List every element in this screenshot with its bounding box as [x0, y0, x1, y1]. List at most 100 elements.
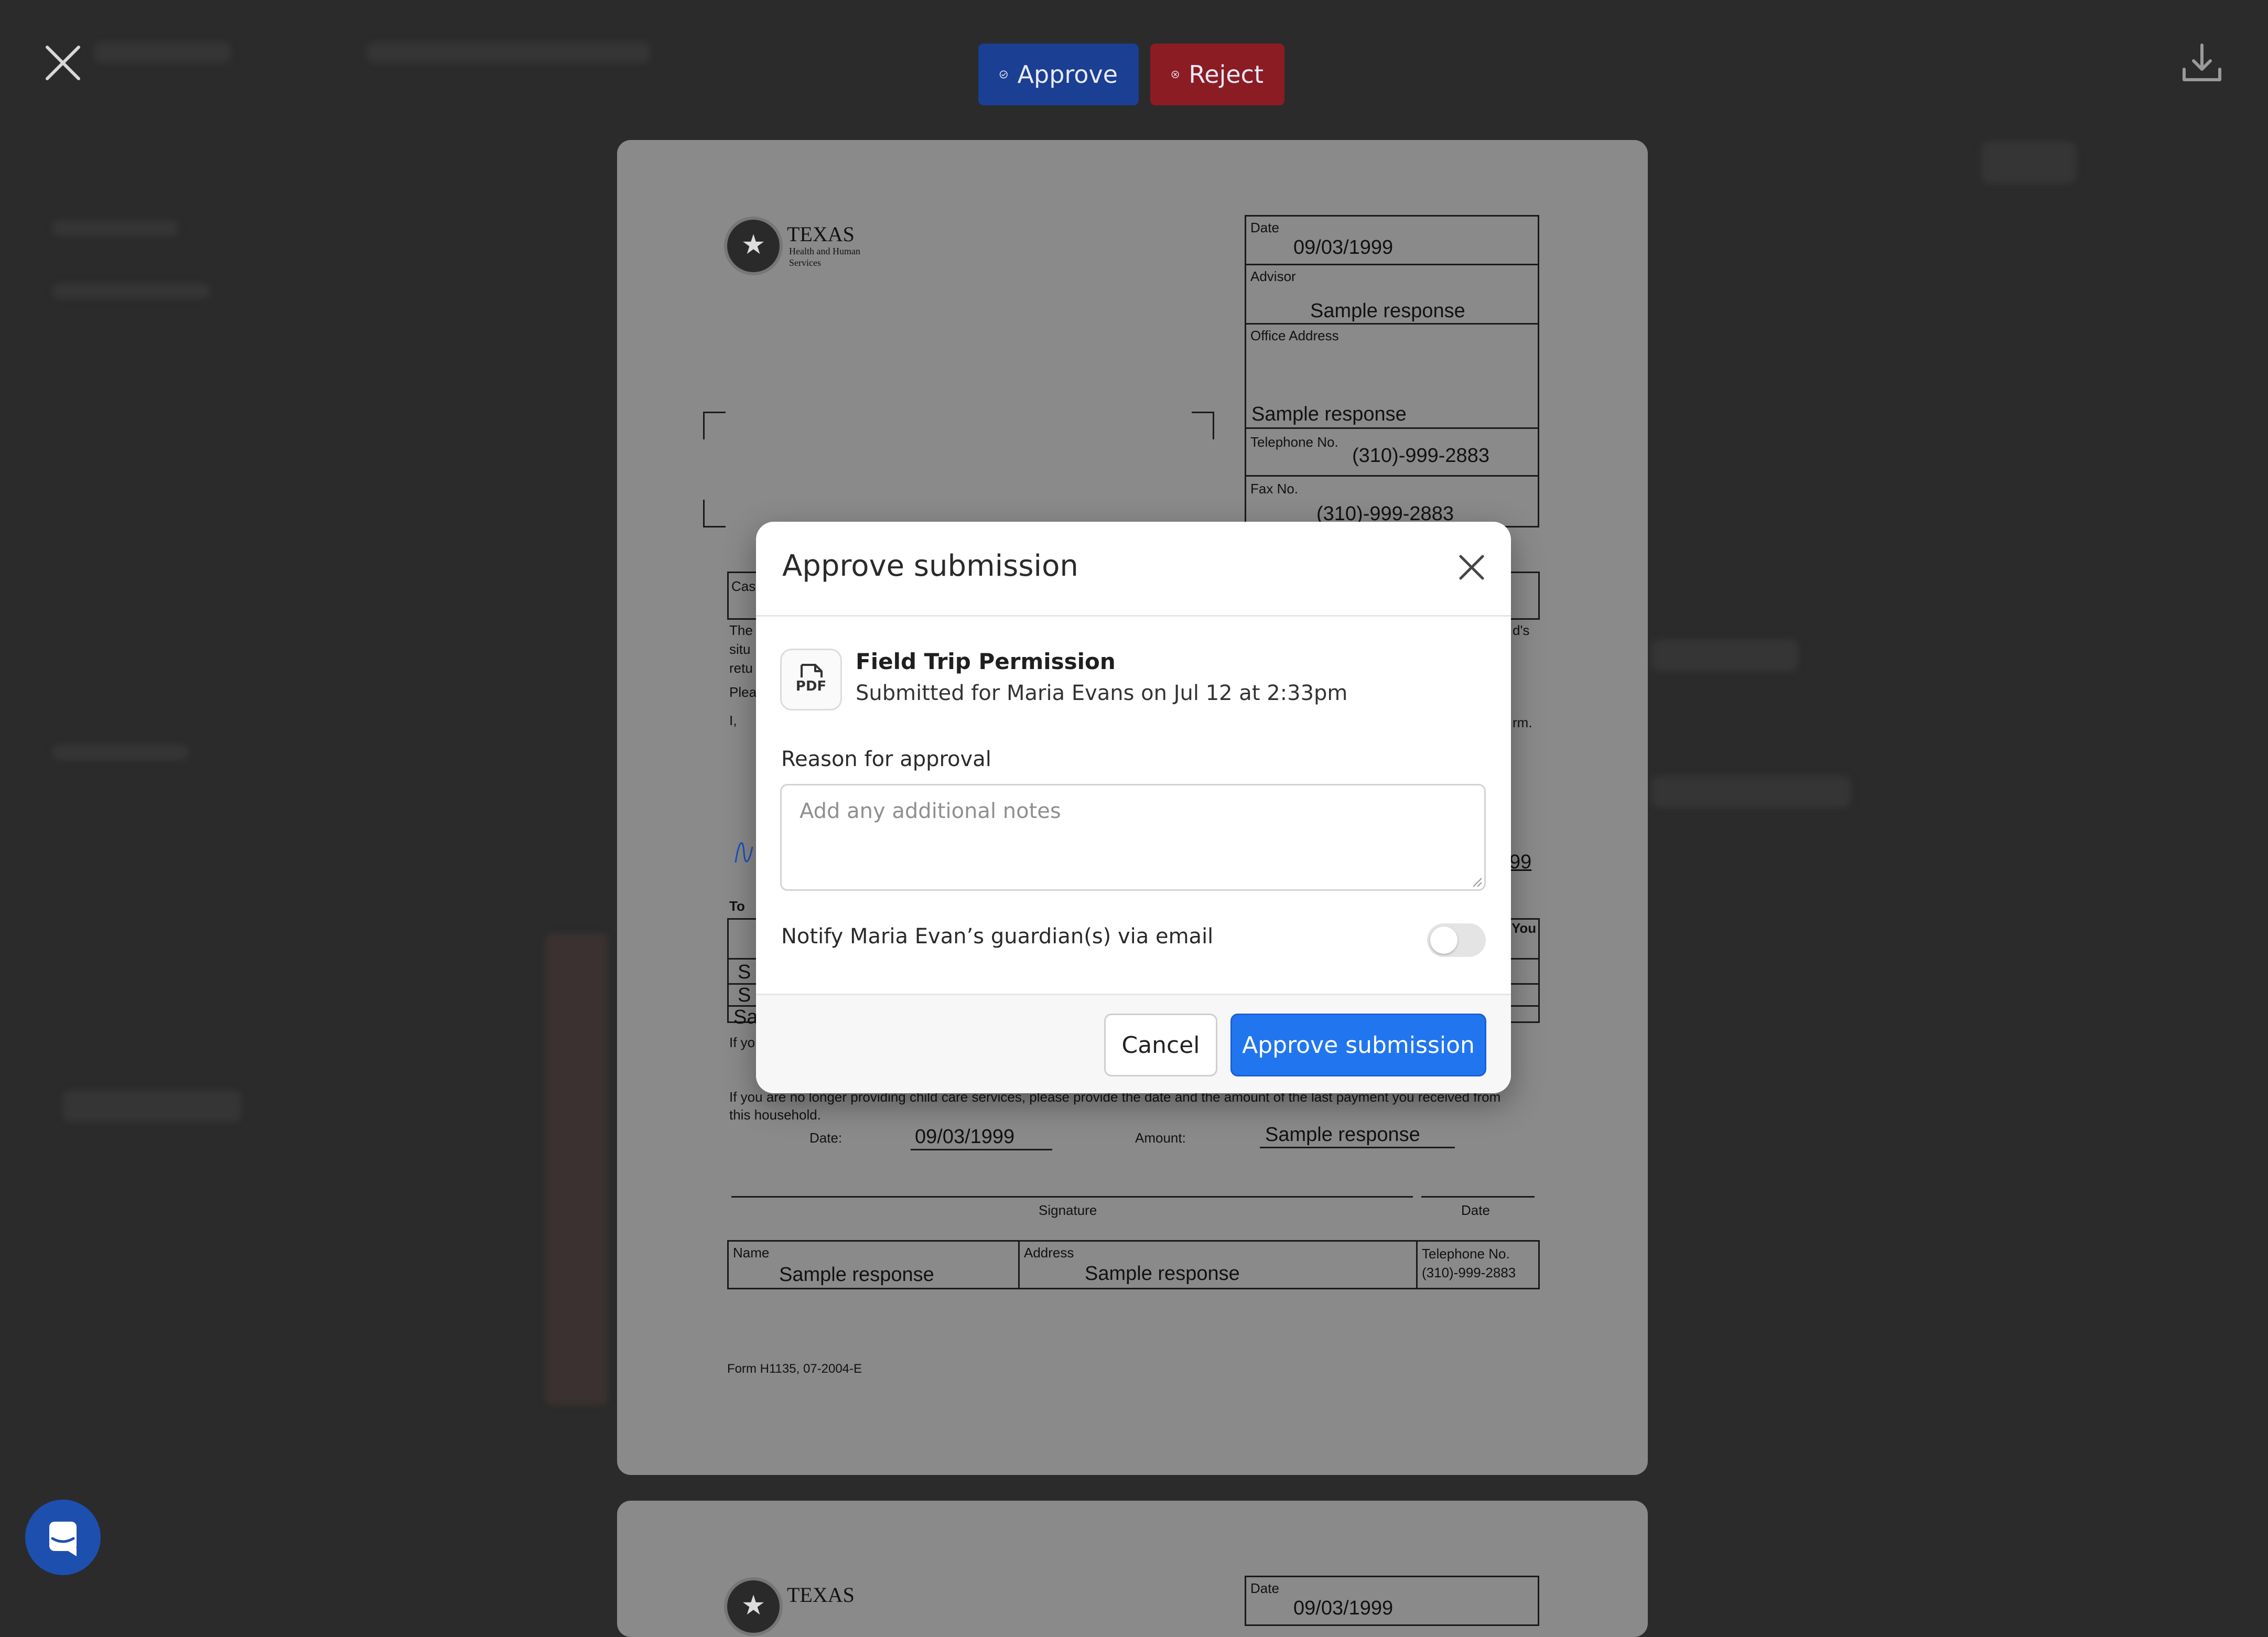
seal-logo-icon — [724, 1577, 783, 1636]
advisor-label: Advisor — [1250, 268, 1296, 284]
fax-label: Fax No. — [1250, 481, 1299, 497]
name-value: Sample response — [779, 1264, 934, 1286]
doc-fragment: 99 — [1509, 851, 1532, 873]
date-value: 09/03/1999 — [1293, 1597, 1394, 1619]
amount-label: Amount: — [1135, 1130, 1186, 1146]
agency-sub: Health and Human — [789, 246, 860, 256]
approve-button[interactable]: Approve — [978, 44, 1139, 105]
underline — [911, 1149, 1052, 1150]
pdf-file-icon: PDF — [780, 649, 842, 710]
doc-fragment: Plea — [729, 684, 757, 700]
close-icon[interactable] — [1453, 549, 1490, 586]
check-circle-icon — [999, 70, 1008, 79]
signature-scribble-icon — [735, 842, 753, 863]
date-box: Date 09/03/1999 — [1245, 215, 1539, 265]
reject-button[interactable]: Reject — [1150, 44, 1284, 105]
blurred-side-panel — [1651, 776, 1851, 807]
agency-sub: Services — [789, 257, 821, 268]
address-label: Address — [1024, 1245, 1074, 1261]
pdf-badge: PDF — [795, 679, 827, 694]
doc-fragment: Sa — [733, 1006, 758, 1028]
agency-name: TEXAS — [787, 222, 855, 246]
blurred-side-panel — [1982, 142, 2076, 184]
signature-label: Signature — [1039, 1202, 1097, 1218]
notify-guardian-toggle[interactable] — [1427, 923, 1486, 957]
approve-submission-dialog: Approve submission PDF Field Trip Permis… — [756, 522, 1511, 1093]
resize-grip-icon[interactable] — [1471, 876, 1483, 888]
date-label: Date — [1250, 220, 1279, 235]
notify-label: Notify Maria Evan’s guardian(s) via emai… — [781, 924, 1214, 949]
file-name: Field Trip Permission — [856, 649, 1116, 674]
approve-button-label: Approve — [1017, 60, 1118, 89]
form-id: Form H1135, 07-2004-E — [727, 1362, 862, 1376]
name-label: Name — [733, 1245, 770, 1261]
download-icon[interactable] — [2181, 42, 2223, 84]
close-icon[interactable] — [43, 43, 83, 83]
doc-fragment: The — [729, 622, 753, 638]
date-label: Date — [1461, 1202, 1490, 1218]
blurred-sidebar-item — [52, 745, 189, 760]
telephone-box: Telephone No. (310)-999-2883 — [1416, 1240, 1540, 1289]
notes-textarea[interactable] — [780, 784, 1486, 891]
blurred-sidebar-item — [94, 42, 231, 63]
agency-name: TEXAS — [787, 1583, 855, 1607]
cancel-button[interactable]: Cancel — [1104, 1014, 1217, 1076]
date-label: Date — [1250, 1580, 1279, 1596]
file-subtitle: Submitted for Maria Evans on Jul 12 at 2… — [856, 681, 1348, 705]
address-box: Address Sample response — [1018, 1240, 1418, 1289]
telephone-box: Telephone No. (310)-999-2883 — [1245, 427, 1539, 477]
doc-fragment: Cas — [731, 578, 756, 594]
date-line — [1421, 1196, 1535, 1198]
name-box: Name Sample response — [727, 1240, 1020, 1289]
underline — [1260, 1147, 1455, 1148]
phone-value: (310)-999-2883 — [1352, 445, 1489, 467]
blurred-side-panel — [1651, 640, 1798, 671]
advisor-value: Sample response — [1310, 300, 1465, 322]
date-box: Date 09/03/1999 — [1245, 1576, 1539, 1626]
chat-bubble-icon — [49, 1522, 77, 1556]
blurred-sidebar-item — [63, 1091, 241, 1122]
office-address-box: Office Address Sample response — [1245, 323, 1539, 429]
doc-fragment: d's — [1513, 622, 1530, 638]
signature-line — [731, 1196, 1413, 1198]
crop-mark — [703, 412, 726, 439]
blurred-sidebar-item — [52, 283, 210, 299]
blurred-sidebar-item — [52, 220, 178, 236]
date-value: 09/03/1999 — [1293, 236, 1394, 259]
reject-button-label: Reject — [1189, 60, 1263, 89]
blurred-side-panel — [545, 933, 608, 1405]
doc-fragment: S — [738, 961, 751, 983]
fax-box: Fax No. (310)-999-2883 — [1245, 475, 1539, 527]
dialog-header: Approve submission — [756, 522, 1511, 617]
doc-fragment: situ — [729, 641, 751, 657]
provider-note: If you are no longer providing child car… — [729, 1089, 1501, 1123]
doc-fragment: If yo — [729, 1035, 755, 1050]
doc-fragment: To — [729, 898, 745, 914]
phone-label: Telephone No. — [1250, 434, 1338, 450]
x-circle-icon — [1171, 71, 1179, 78]
review-toolbar: Approve Reject — [978, 44, 1284, 105]
last-payment-date: 09/03/1999 — [915, 1126, 1015, 1148]
seal-logo-icon — [724, 217, 783, 275]
toggle-knob — [1430, 927, 1457, 954]
doc-fragment: I, — [729, 713, 737, 728]
office-value: Sample response — [1251, 403, 1407, 425]
address-value: Sample response — [1085, 1263, 1240, 1285]
date-label: Date: — [809, 1130, 843, 1146]
advisor-box: Advisor Sample response — [1245, 264, 1539, 325]
doc-fragment: retu — [729, 660, 753, 676]
office-label: Office Address — [1250, 328, 1339, 343]
crop-mark — [703, 500, 726, 527]
blurred-sidebar-item — [367, 42, 650, 63]
crop-mark — [1192, 412, 1214, 439]
doc-fragment: rm. — [1513, 715, 1532, 730]
reason-label: Reason for approval — [781, 747, 991, 771]
telephone-label: Telephone No. — [1422, 1246, 1510, 1262]
dialog-title: Approve submission — [782, 549, 1078, 583]
document-page: TEXAS Date 09/03/1999 — [617, 1501, 1648, 1637]
chat-launcher-button[interactable] — [25, 1500, 101, 1575]
doc-fragment: S — [738, 984, 751, 1006]
telephone-value: (310)-999-2883 — [1422, 1265, 1516, 1280]
dialog-footer: Cancel Approve submission — [756, 994, 1511, 1093]
approve-submission-button[interactable]: Approve submission — [1230, 1014, 1486, 1076]
